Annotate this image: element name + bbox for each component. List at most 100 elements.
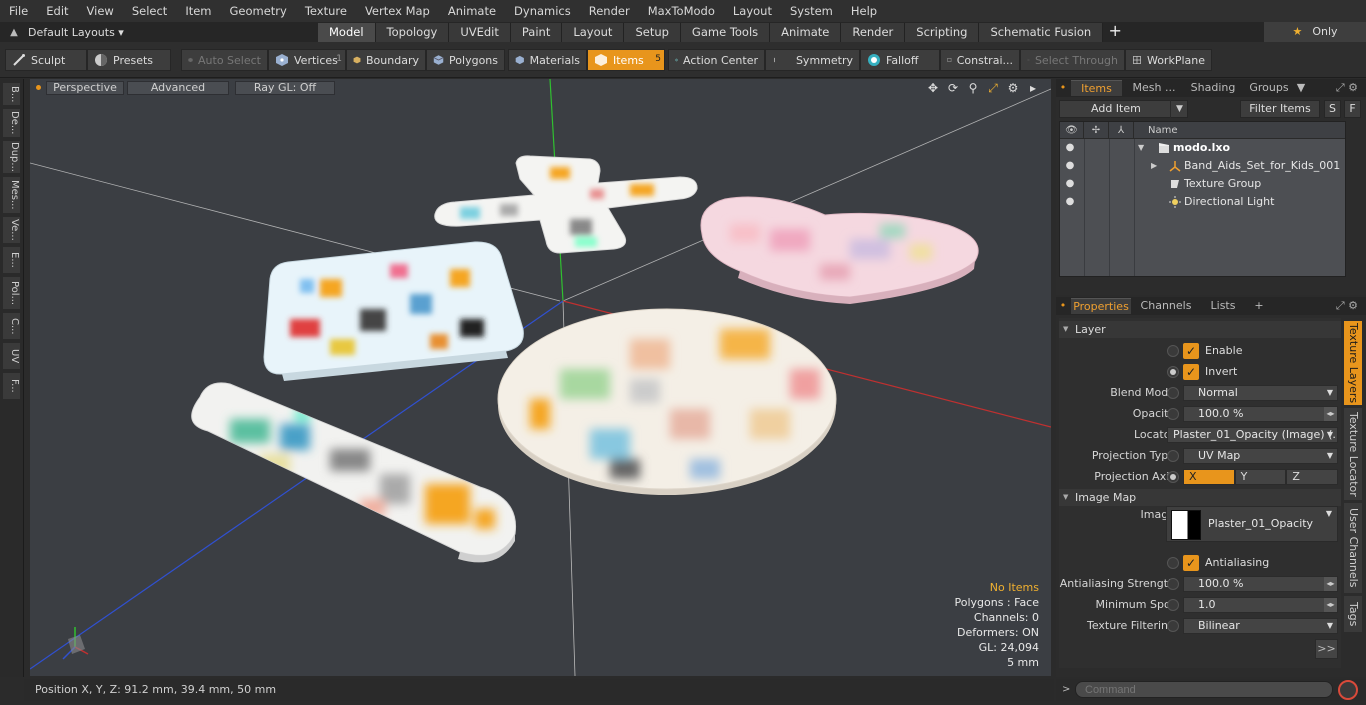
axis-y-option[interactable]: Y <box>1234 469 1287 485</box>
menu-render[interactable]: Render <box>580 0 639 22</box>
bandage-heart-mesh[interactable] <box>700 196 979 304</box>
eye-icon[interactable]: ● <box>1064 178 1076 190</box>
view-settings-gear-icon[interactable]: ⚙ <box>1005 80 1021 96</box>
left-tab-basic[interactable]: B... <box>3 83 20 105</box>
menu-edit[interactable]: Edit <box>37 0 77 22</box>
constraints-button[interactable]: Constrai... <box>940 49 1020 71</box>
side-tab-user-channels[interactable]: User Channels <box>1344 503 1362 593</box>
min-spot-field[interactable]: 1.0 ◂▸ <box>1183 597 1338 613</box>
menu-geometry[interactable]: Geometry <box>221 0 296 22</box>
side-tab-texture-layers[interactable]: Texture Layers <box>1344 321 1362 405</box>
auto-select-button[interactable]: Auto Select <box>181 49 268 71</box>
left-tab-uv[interactable]: UV <box>3 343 20 369</box>
enable-checkbox[interactable]: ✓ <box>1183 343 1199 359</box>
bandage-square-mesh[interactable] <box>263 241 524 381</box>
axis-x-option[interactable]: X <box>1183 469 1235 485</box>
panel-menu-dot[interactable]: • <box>1058 298 1068 314</box>
move-view-icon[interactable]: ✥ <box>925 80 941 96</box>
vertices-button[interactable]: Vertices 1 <box>268 49 346 71</box>
image-select[interactable]: Plaster_01_Opacity ▼ <box>1166 506 1338 542</box>
only-toggle[interactable]: ★ Only <box>1264 22 1366 42</box>
presets-button[interactable]: Presets <box>87 49 171 71</box>
min-spot-slider-icon[interactable]: ◂▸ <box>1324 598 1337 612</box>
menu-item[interactable]: Item <box>176 0 220 22</box>
tab-game-tools[interactable]: Game Tools <box>680 23 771 42</box>
tab-topology[interactable]: Topology <box>375 23 450 42</box>
advanced-dropdown[interactable]: Advanced <box>127 81 229 95</box>
bandage-cross-mesh[interactable] <box>434 155 698 254</box>
invert-ring[interactable] <box>1167 366 1179 378</box>
menu-texture[interactable]: Texture <box>296 0 356 22</box>
panel-expand-gear-icon[interactable]: ⤢ ⚙ <box>1336 79 1358 97</box>
tab-properties[interactable]: Properties <box>1071 298 1131 314</box>
layer-section-header[interactable]: Layer <box>1059 321 1341 338</box>
tab-mesh[interactable]: Mesh ... <box>1126 80 1182 96</box>
menu-dynamics[interactable]: Dynamics <box>505 0 580 22</box>
panel-menu-dot[interactable]: • <box>1058 80 1068 96</box>
tab-render[interactable]: Render <box>841 23 906 42</box>
tab-layout[interactable]: Layout <box>562 23 625 42</box>
menu-vertex-map[interactable]: Vertex Map <box>356 0 439 22</box>
layout-collapse-icon[interactable]: ▲ <box>0 27 28 38</box>
left-tab-curve[interactable]: C... <box>3 313 20 339</box>
side-tab-texture-locator[interactable]: Texture Locator <box>1344 408 1362 500</box>
panel-expand-gear-icon[interactable]: ⤢ ⚙ <box>1336 297 1358 315</box>
tree-row-mesh[interactable]: ● ▶ Band_Aids_Set_for_Kids_001 <box>1060 157 1345 175</box>
menu-file[interactable]: File <box>0 0 37 22</box>
add-tab-icon[interactable]: + <box>1252 298 1266 314</box>
zoom-view-icon[interactable]: ⚲ <box>965 80 981 96</box>
expand-right-icon[interactable]: ▶ <box>1151 157 1157 175</box>
aa-strength-slider-icon[interactable]: ◂▸ <box>1324 577 1337 591</box>
tab-setup[interactable]: Setup <box>624 23 681 42</box>
item-tree-scrollbar[interactable] <box>1350 121 1366 277</box>
blend-mode-select[interactable]: Normal <box>1183 385 1338 401</box>
add-item-button[interactable]: Add Item <box>1059 100 1188 118</box>
side-tab-tags[interactable]: Tags <box>1344 596 1362 632</box>
select-through-button[interactable]: Select Through <box>1020 49 1125 71</box>
more-options-button[interactable]: >> <box>1315 639 1338 659</box>
perspective-dropdown[interactable]: Perspective <box>46 81 124 95</box>
add-item-dropdown-icon[interactable]: ▼ <box>1170 100 1188 118</box>
left-tab-fusion[interactable]: F... <box>3 373 20 399</box>
record-macro-icon[interactable] <box>1338 680 1358 700</box>
opacity-ring[interactable] <box>1167 408 1179 420</box>
items-button[interactable]: Items 5 <box>587 49 665 71</box>
menu-maxtomodo[interactable]: MaxToModo <box>639 0 724 22</box>
menu-animate[interactable]: Animate <box>439 0 505 22</box>
aa-strength-field[interactable]: 100.0 % ◂▸ <box>1183 576 1338 592</box>
menu-help[interactable]: Help <box>842 0 886 22</box>
rotate-view-icon[interactable]: ⟳ <box>945 80 961 96</box>
projection-type-select[interactable]: UV Map <box>1183 448 1338 464</box>
locator-select[interactable]: Plaster_01_Opacity (Image) (... <box>1167 427 1338 443</box>
bandage-round-mesh[interactable] <box>497 308 837 495</box>
name-column-header[interactable]: Name <box>1134 122 1345 139</box>
tree-row-scene[interactable]: ● ▼ modo.lxo <box>1060 139 1345 157</box>
polygons-button[interactable]: Polygons <box>426 49 505 71</box>
f-button[interactable]: F <box>1344 100 1361 118</box>
tab-groups[interactable]: Groups <box>1244 80 1294 96</box>
fit-view-icon[interactable]: ⤢ <box>985 80 1001 96</box>
opacity-slider-icon[interactable]: ◂▸ <box>1324 407 1337 421</box>
eye-icon[interactable]: ● <box>1064 142 1076 154</box>
projection-axis-ring[interactable] <box>1167 471 1179 483</box>
menu-select[interactable]: Select <box>123 0 176 22</box>
left-tab-mesh-edit[interactable]: Mes... <box>3 177 20 213</box>
antialiasing-ring[interactable] <box>1167 557 1179 569</box>
blend-mode-ring[interactable] <box>1167 387 1179 399</box>
aa-strength-ring[interactable] <box>1167 578 1179 590</box>
left-tab-duplicate[interactable]: Dup... <box>3 141 20 173</box>
tab-scripting[interactable]: Scripting <box>905 23 980 42</box>
bandage-strip-mesh[interactable] <box>191 382 517 563</box>
type-column-icon[interactable]: ⅄ <box>1109 122 1134 139</box>
left-tab-deform[interactable]: De... <box>3 109 20 137</box>
raygl-dropdown[interactable]: Ray GL: Off <box>235 81 335 95</box>
image-dropdown-icon[interactable]: ▼ <box>1326 509 1332 518</box>
enable-ring[interactable] <box>1167 345 1179 357</box>
add-tab-icon[interactable]: + <box>1103 22 1127 42</box>
command-history-icon[interactable]: > <box>1062 679 1070 701</box>
viewport-expand-icon[interactable]: ▸ <box>1025 80 1041 96</box>
tab-uvedit[interactable]: UVEdit <box>449 23 511 42</box>
tab-items[interactable]: Items <box>1071 80 1122 96</box>
tab-schematic-fusion[interactable]: Schematic Fusion <box>979 23 1104 42</box>
tab-lists[interactable]: Lists <box>1200 298 1246 314</box>
